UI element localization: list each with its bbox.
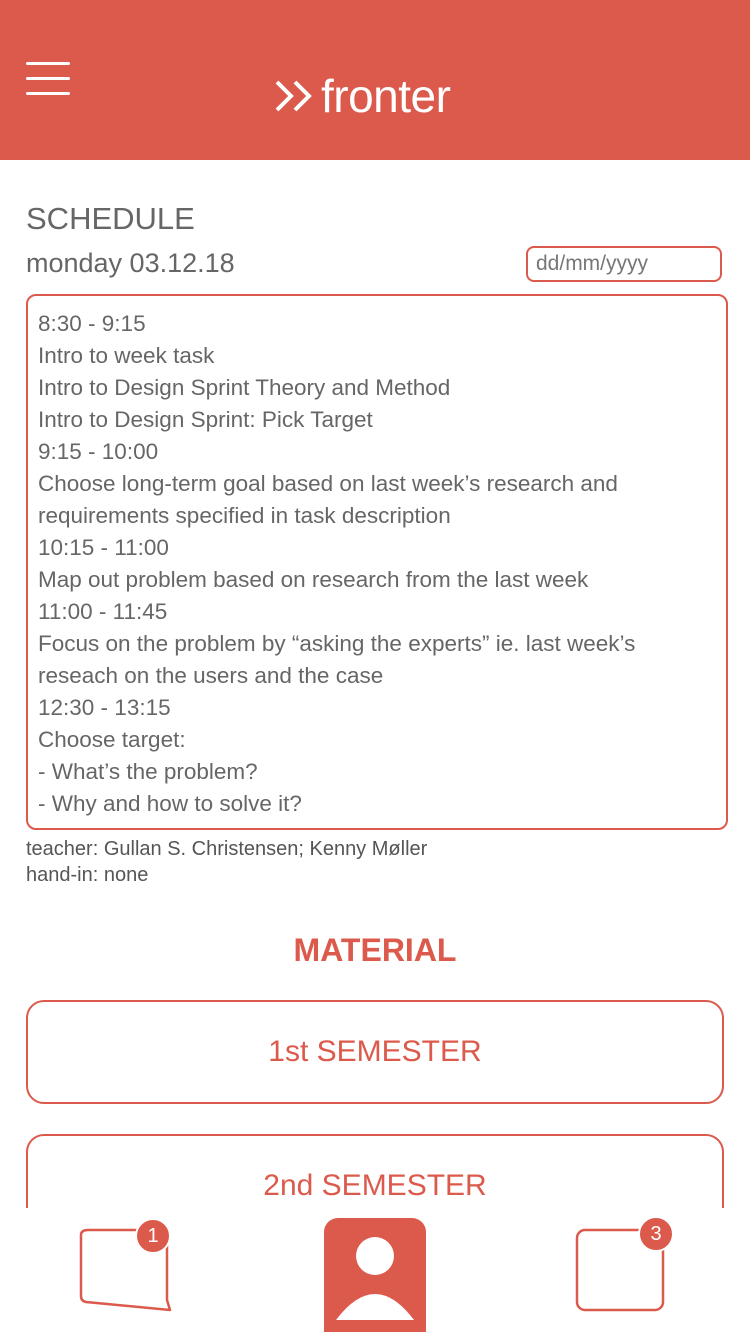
date-input[interactable]	[526, 246, 722, 282]
schedule-line: Choose target:	[38, 727, 186, 752]
teacher-info: teacher: Gullan S. Christensen; Kenny Mø…	[26, 838, 428, 860]
schedule-line: Map out problem based on research from t…	[38, 567, 589, 592]
schedule-line: - What’s the problem?	[38, 759, 258, 784]
app-header: fronter	[0, 0, 750, 160]
schedule-line: Intro to week task	[38, 343, 215, 368]
schedule-line: 12:30 - 13:15	[38, 695, 171, 720]
menu-bar	[26, 77, 70, 80]
schedule-title: SCHEDULE	[26, 201, 195, 236]
schedule-line: 8:30 - 9:15	[38, 311, 146, 336]
schedule-date: monday 03.12.18	[26, 248, 235, 278]
schedule-meta: teacher: Gullan S. Christensen; Kenny Mø…	[26, 836, 427, 888]
menu-bar	[26, 62, 70, 65]
schedule-line: requirements specified in task descripti…	[38, 503, 451, 528]
notifications-nav-item[interactable]: 3	[574, 1216, 674, 1316]
schedule-line: 11:00 - 11:45	[38, 599, 168, 624]
semester-label: 1st SEMESTER	[268, 1035, 482, 1068]
schedule-line: 10:15 - 11:00	[38, 535, 169, 560]
schedule-line: 9:15 - 10:00	[38, 439, 159, 464]
profile-nav-item[interactable]	[324, 1218, 426, 1332]
material-title: MATERIAL	[293, 932, 457, 968]
schedule-line: - Why and how to solve it?	[38, 791, 302, 816]
hamburger-menu-icon[interactable]	[26, 62, 70, 96]
schedule-line: Choose long-term goal based on last week…	[38, 471, 618, 496]
menu-bar	[26, 92, 70, 95]
schedule-line: Intro to Design Sprint Theory and Method	[38, 375, 451, 400]
schedule-line: Intro to Design Sprint: Pick Target	[38, 407, 373, 432]
bottom-nav: 1 3	[0, 1208, 750, 1332]
notifications-badge: 3	[638, 1216, 674, 1252]
fronter-logo[interactable]: fronter	[273, 68, 451, 124]
schedule-line: reseach on the users and the case	[38, 663, 384, 688]
schedule-line: Focus on the problem by “asking the expe…	[38, 631, 636, 656]
messages-nav-item[interactable]: 1	[78, 1218, 174, 1314]
logo-text: fronter	[321, 70, 451, 122]
semester-button-1[interactable]: 1st SEMESTER	[26, 1000, 724, 1104]
messages-badge: 1	[135, 1218, 171, 1254]
hand-in-info: hand-in: none	[26, 864, 149, 886]
double-chevron-icon	[275, 80, 312, 112]
schedule-box: 8:30 - 9:15 Intro to week task Intro to …	[26, 294, 728, 830]
semester-label: 2nd SEMESTER	[263, 1169, 487, 1202]
user-icon	[336, 1237, 414, 1320]
